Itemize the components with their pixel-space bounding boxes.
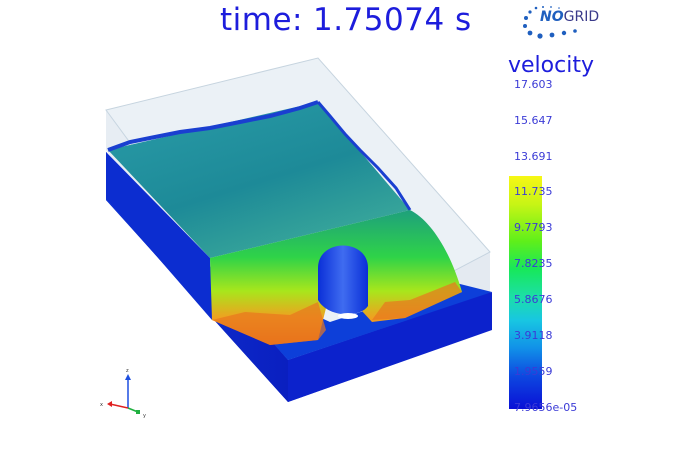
legend-tick: 17.603 [514, 78, 553, 91]
axis-label-x: x [100, 402, 103, 408]
legend-title: velocity [508, 53, 594, 78]
legend-tick: 9.7793 [514, 221, 553, 234]
legend-tick: 3.9118 [514, 329, 553, 342]
legend-tick: 5.8676 [514, 293, 553, 306]
legend-tick: 15.647 [514, 114, 553, 127]
axis-label-y: y [143, 413, 146, 418]
cylinder-obstacle [318, 245, 368, 319]
legend-tick: 7.9656e-05 [514, 401, 578, 414]
legend-tick: 13.691 [514, 150, 553, 163]
legend-tick: 11.735 [514, 185, 553, 198]
orientation-axes[interactable]: z x y [96, 366, 156, 418]
axis-label-z: z [126, 368, 129, 374]
legend-tick: 7.8235 [514, 257, 553, 270]
legend-tick: 1.9559 [514, 365, 553, 378]
